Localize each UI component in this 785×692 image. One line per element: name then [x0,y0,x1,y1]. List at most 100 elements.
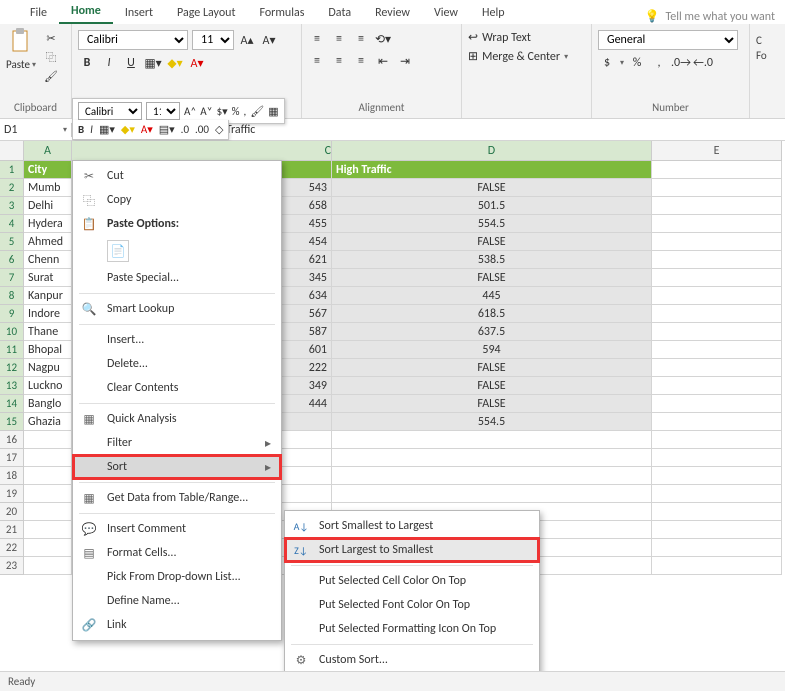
cell[interactable] [652,359,782,377]
tab-page-layout[interactable]: Page Layout [165,2,247,24]
increase-indent-icon[interactable]: ⇥ [396,52,414,70]
cell[interactable] [652,467,782,485]
cell[interactable]: Indore [24,305,72,323]
row-header[interactable]: 12 [0,359,24,377]
cell[interactable]: FALSE [332,377,652,395]
number-format-select[interactable]: General [598,30,738,50]
ctx-link[interactable]: 🔗Link [73,613,281,637]
cell[interactable] [332,431,652,449]
row-header[interactable]: 15 [0,413,24,431]
decrease-decimal-icon[interactable]: ←.0 [694,54,712,72]
ctx-cut[interactable]: ✂Cut [73,164,281,188]
cell[interactable] [652,233,782,251]
cell[interactable] [652,197,782,215]
mini-dec-dec-icon[interactable]: .00 [195,123,209,136]
sort-desc[interactable]: Z↓Sort Largest to Smallest [285,538,539,562]
cell[interactable] [24,521,72,539]
currency-button[interactable]: $ [598,54,616,72]
name-box[interactable]: D1▾ [0,123,72,137]
font-size-select[interactable]: 11 [192,30,234,50]
cell[interactable]: FALSE [332,233,652,251]
tab-file[interactable]: File [18,2,59,24]
cut-icon[interactable]: ✂ [42,30,60,46]
cell[interactable] [652,503,782,521]
align-top-icon[interactable]: ≡ [308,30,326,48]
tab-formulas[interactable]: Formulas [247,2,316,24]
cell[interactable]: 538.5 [332,251,652,269]
ctx-quick-analysis[interactable]: ▦Quick Analysis [73,407,281,431]
cell[interactable] [24,503,72,521]
mini-comma-icon[interactable]: , [244,105,247,118]
tab-review[interactable]: Review [363,2,422,24]
row-header[interactable]: 23 [0,557,24,575]
cell[interactable]: Luckno [24,377,72,395]
cell[interactable] [652,521,782,539]
cell[interactable]: 501.5 [332,197,652,215]
cell[interactable] [652,179,782,197]
row-header[interactable]: 2 [0,179,24,197]
col-header-d[interactable]: D [332,141,652,161]
fill-color-icon[interactable]: ◆▾ [166,54,184,72]
col-header-c[interactable]: C [72,141,332,161]
row-header[interactable]: 16 [0,431,24,449]
row-header[interactable]: 10 [0,323,24,341]
mini-inc-dec-icon[interactable]: .0 [181,123,189,136]
cell[interactable] [652,341,782,359]
truncated-button-c[interactable]: C [756,34,762,47]
mini-borders-icon[interactable]: ▦ [268,105,278,118]
cell[interactable]: Chenn [24,251,72,269]
cell[interactable] [652,449,782,467]
cell[interactable]: FALSE [332,269,652,287]
cell[interactable] [652,305,782,323]
cell[interactable]: High Traffic [332,161,652,179]
tab-home[interactable]: Home [59,0,113,24]
ctx-smart-lookup[interactable]: 🔍Smart Lookup [73,297,281,321]
cell[interactable]: FALSE [332,179,652,197]
cell[interactable]: Thane [24,323,72,341]
cell[interactable]: City [24,161,72,179]
row-header[interactable]: 13 [0,377,24,395]
cell[interactable] [652,287,782,305]
wrap-text-button[interactable]: ↩ Wrap Text [468,30,531,45]
ctx-sort[interactable]: Sort▸ [73,455,281,479]
cell[interactable]: FALSE [332,359,652,377]
align-bottom-icon[interactable]: ≡ [352,30,370,48]
cell[interactable] [24,467,72,485]
cell[interactable]: Surat [24,269,72,287]
cell[interactable]: Bhopal [24,341,72,359]
format-painter-icon[interactable]: 🖌 [42,68,60,84]
merge-center-button[interactable]: ⊞ Merge & Center ▾ [468,49,568,64]
row-header[interactable]: 9 [0,305,24,323]
row-header[interactable]: 18 [0,467,24,485]
tab-insert[interactable]: Insert [113,2,165,24]
mini-increase-font-icon[interactable]: A˄ [184,105,196,118]
row-header[interactable]: 4 [0,215,24,233]
mini-font-select[interactable]: Calibri [78,102,142,120]
ctx-clear-contents[interactable]: Clear Contents [73,376,281,400]
truncated-button-fo[interactable]: Fo [756,49,767,62]
mini-bold-button[interactable]: B [78,123,84,136]
bold-button[interactable]: B [78,54,96,72]
italic-button[interactable]: I [100,54,118,72]
mini-size-select[interactable]: 11 [146,102,180,120]
sort-cell-color[interactable]: Put Selected Cell Color On Top [285,569,539,593]
percent-button[interactable]: % [628,54,646,72]
row-header[interactable]: 17 [0,449,24,467]
mini-decrease-font-icon[interactable]: A˅ [200,105,212,118]
align-left-icon[interactable]: ≡ [308,52,326,70]
mini-font-color-icon[interactable]: A▾ [141,123,153,136]
ctx-filter[interactable]: Filter▸ [73,431,281,455]
cell[interactable] [24,557,72,575]
sort-font-color[interactable]: Put Selected Font Color On Top [285,593,539,617]
mini-cond-format-icon[interactable]: ▤▾ [159,123,175,136]
cell[interactable] [332,449,652,467]
ctx-insert[interactable]: Insert... [73,328,281,352]
sort-asc[interactable]: A↓Sort Smallest to Largest [285,514,539,538]
align-right-icon[interactable]: ≡ [352,52,370,70]
tell-me[interactable]: 💡 Tell me what you want [645,9,785,24]
tab-view[interactable]: View [422,2,470,24]
cell[interactable]: Nagpu [24,359,72,377]
ctx-paste-default[interactable]: 📄 [73,236,281,266]
ctx-get-data[interactable]: ▦Get Data from Table/Range... [73,486,281,510]
orientation-icon[interactable]: ⟲▾ [374,30,392,48]
